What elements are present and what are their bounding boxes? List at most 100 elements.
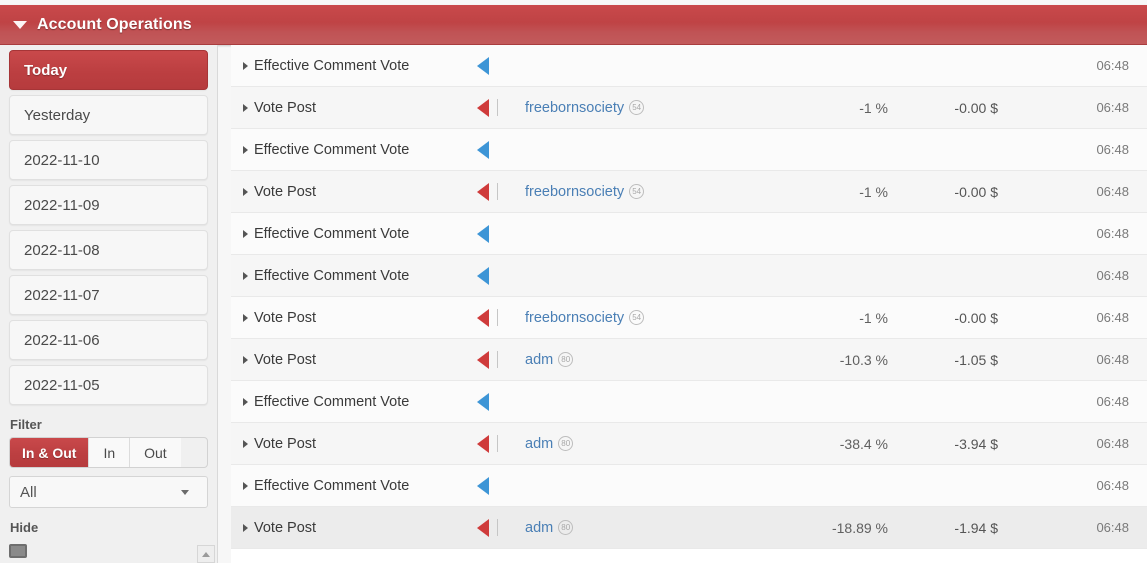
direction-arrow-cell [477,266,513,285]
row-expand-toggle[interactable] [231,103,249,112]
filter-in-and-out-button[interactable]: In & Out [10,438,90,467]
timestamp: 06:48 [1096,436,1129,451]
arrow-out-icon [477,518,489,537]
reputation-badge: 80 [558,352,574,367]
counterparty-cell: adm 80 [513,352,768,368]
row-expand-toggle[interactable] [231,397,249,406]
table-row[interactable]: Vote Post freebornsociety 54 -1 % -0.00 $ 06:… [231,87,1147,129]
table-row[interactable]: Vote Post freebornsociety 54 -1 % -0.00 $ 06:… [231,297,1147,339]
arrow-out-icon [477,98,489,117]
amount-value: -3.94 $ [954,435,998,452]
row-expand-toggle[interactable] [231,439,249,448]
direction-arrow-cell [477,56,513,75]
row-expand-toggle[interactable] [231,145,249,154]
filter-in-button[interactable]: In [89,438,131,467]
row-expand-toggle[interactable] [231,229,249,238]
table-row[interactable]: Effective Comment Vote 06:48 [231,465,1147,507]
operation-type: Effective Comment Vote [254,57,410,74]
sidebar-date-item[interactable]: 2022-11-07 [9,275,208,315]
date-list: Today Yesterday 2022-11-10 2022-11-09 2022-1… [9,50,208,405]
timestamp: 06:48 [1096,478,1129,493]
table-row[interactable]: Vote Post adm 80 -10.3 % -1.05 $ 06:48 [231,339,1147,381]
direction-arrow-cell [477,434,513,453]
counterparty-username[interactable]: adm [525,520,553,536]
percent-value: -1 % [859,99,888,116]
hide-checkbox[interactable] [9,544,27,558]
counterparty-cell: freebornsociety 54 [513,310,768,326]
caret-right-icon [243,187,248,196]
direction-arrow-cell [477,224,513,243]
caret-down-icon[interactable] [13,20,27,29]
sidebar-date-label: 2022-11-08 [24,241,100,259]
counterparty-username[interactable]: adm [525,436,553,452]
caret-right-icon [243,313,248,322]
sidebar-date-item[interactable]: 2022-11-10 [9,140,208,180]
divider [497,183,498,200]
counterparty-username[interactable]: adm [525,352,553,368]
reputation-badge: 54 [629,310,645,325]
counterparty-username[interactable]: freebornsociety [525,310,624,326]
sidebar: Today Yesterday 2022-11-10 2022-11-09 2022-1… [0,45,218,563]
row-expand-toggle[interactable] [231,523,249,532]
filter-label: Filter [10,417,42,432]
table-row[interactable]: Effective Comment Vote 06:48 [231,45,1147,87]
table-row[interactable]: Effective Comment Vote 06:48 [231,255,1147,297]
row-expand-toggle[interactable] [231,187,249,196]
timestamp: 06:48 [1096,268,1129,283]
row-expand-toggle[interactable] [231,271,249,280]
caret-right-icon [243,61,248,70]
row-expand-toggle[interactable] [231,61,249,70]
table-row[interactable]: Effective Comment Vote 06:48 [231,381,1147,423]
row-expand-toggle[interactable] [231,355,249,364]
operation-type: Effective Comment Vote [254,267,410,284]
operations-table: Effective Comment Vote 06:48 Vote Post free… [231,45,1147,563]
filter-out-button[interactable]: Out [130,438,181,467]
table-row[interactable]: Vote Post adm 80 -18.89 % -1.94 $ 06:48 [231,507,1147,549]
table-row[interactable]: Vote Post freebornsociety 54 -1 % -0.00 $ 06:… [231,171,1147,213]
direction-arrow-cell [477,182,513,201]
sidebar-date-item[interactable]: Today [9,50,208,90]
reputation-badge: 54 [629,184,645,199]
arrow-out-icon [477,308,489,327]
sidebar-date-item[interactable]: Yesterday [9,95,208,135]
filter-button-group: In & Out In Out [9,437,208,468]
sidebar-date-item[interactable]: 2022-11-05 [9,365,208,405]
arrow-in-icon [477,56,489,75]
sidebar-scroll-up-button[interactable] [197,545,215,563]
operation-type: Effective Comment Vote [254,141,410,158]
direction-arrow-cell [477,518,513,537]
arrow-in-icon [477,224,489,243]
reputation-badge: 80 [558,520,574,535]
table-row[interactable]: Effective Comment Vote 06:48 [231,129,1147,171]
caret-right-icon [243,439,248,448]
sidebar-date-item[interactable]: 2022-11-08 [9,230,208,270]
hide-checkbox-row[interactable] [9,544,208,558]
caret-right-icon [243,481,248,490]
counterparty-cell: freebornsociety 54 [513,184,768,200]
direction-arrow-cell [477,308,513,327]
chevron-down-icon [181,489,189,495]
operation-type-select[interactable]: All [9,476,208,508]
sidebar-date-item[interactable]: 2022-11-09 [9,185,208,225]
table-row[interactable]: Effective Comment Vote 06:48 [231,213,1147,255]
timestamp: 06:48 [1096,58,1129,73]
arrow-out-icon [477,434,489,453]
operation-type: Effective Comment Vote [254,225,410,242]
sidebar-date-item[interactable]: 2022-11-06 [9,320,208,360]
amount-value: -0.00 $ [954,99,998,116]
operation-type: Vote Post [254,351,317,368]
table-row[interactable]: Vote Post adm 80 -38.4 % -3.94 $ 06:48 [231,423,1147,465]
row-expand-toggle[interactable] [231,313,249,322]
row-expand-toggle[interactable] [231,481,249,490]
counterparty-username[interactable]: freebornsociety [525,184,624,200]
amount-value: -0.00 $ [954,309,998,326]
sidebar-date-label: 2022-11-06 [24,331,100,349]
caret-right-icon [243,229,248,238]
sidebar-date-label: 2022-11-05 [24,376,100,394]
counterparty-username[interactable]: freebornsociety [525,100,624,116]
amount-value: -1.94 $ [954,519,998,536]
percent-value: -1 % [859,309,888,326]
percent-value: -10.3 % [839,351,888,368]
divider [497,351,498,368]
caret-right-icon [243,145,248,154]
